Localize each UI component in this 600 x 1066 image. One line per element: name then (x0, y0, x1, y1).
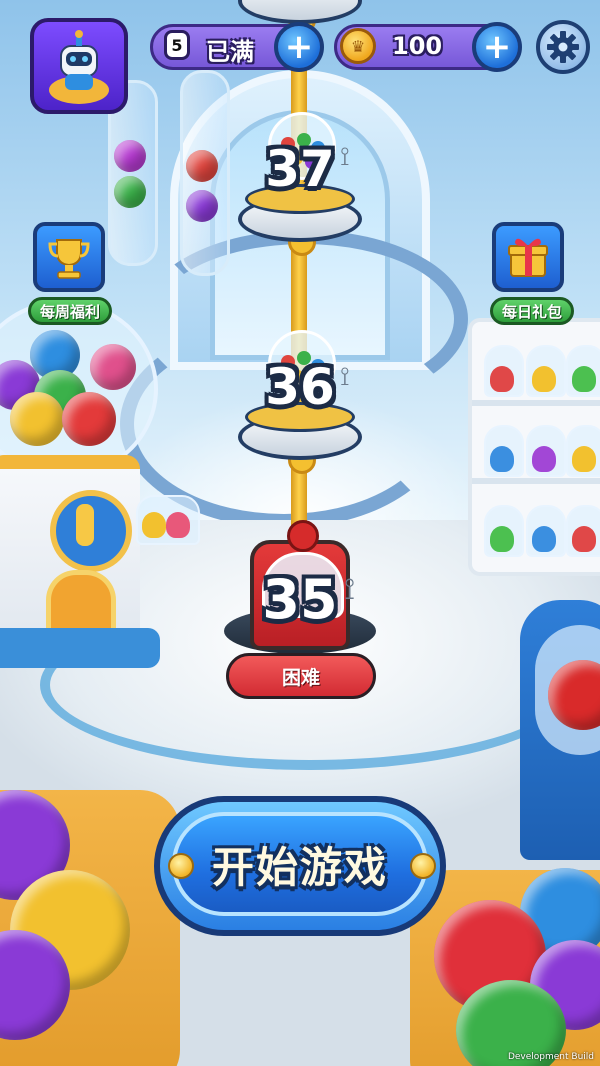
level-path-rope (291, 0, 307, 580)
toy-critter (532, 526, 556, 552)
lives-status: 已满 (206, 38, 254, 66)
toy-critter (572, 446, 596, 472)
current-machine-cap (287, 520, 319, 552)
plus-icon: + (482, 27, 512, 67)
toy-critter (166, 512, 190, 538)
start-button-dot-right (410, 853, 436, 879)
weekly-rewards-label: 每周福利 (28, 297, 112, 325)
level-number: 37 (265, 140, 335, 198)
gumball (186, 150, 218, 182)
gumball (62, 392, 116, 446)
gift-icon (508, 238, 548, 277)
settings-button[interactable] (536, 20, 590, 74)
toy-critter (572, 366, 596, 392)
weekly-rewards-icon-box (33, 222, 105, 292)
start-button-dot-left (168, 853, 194, 879)
toy-critter (490, 526, 514, 552)
shelf-divider (472, 478, 600, 484)
gear-icon (547, 31, 579, 63)
add-lives-button[interactable]: + (274, 22, 324, 72)
plus-icon: + (284, 27, 314, 67)
gumball (114, 140, 146, 172)
lives-count-badge: 5 (164, 30, 190, 60)
build-label: Development Build (507, 1052, 594, 1062)
gumball (186, 190, 218, 222)
toy-critter (490, 446, 514, 472)
coin-count: 100 (392, 32, 443, 60)
daily-gift-icon-box (492, 222, 564, 292)
gumball (10, 392, 64, 446)
gumball-machine-base (0, 628, 160, 668)
coin-icon: ♛ (340, 28, 376, 64)
robot-icon (49, 30, 109, 104)
toy-critter (532, 446, 556, 472)
toy-critter (572, 526, 596, 552)
gumball-machine-knob-handle (76, 504, 94, 546)
start-button-label: 开始游戏 (211, 842, 388, 892)
trophy-icon (48, 239, 90, 279)
level-number: 36 (265, 358, 335, 416)
gumball (90, 344, 136, 390)
level-number: 35 (262, 568, 338, 631)
toy-critter (490, 366, 514, 392)
add-coins-button[interactable]: + (472, 22, 522, 72)
toy-critter (142, 512, 166, 538)
difficulty-badge: 困难 (226, 653, 376, 699)
daily-gift-label: 每日礼包 (490, 297, 574, 325)
start-button-face: 开始游戏 (172, 812, 428, 916)
gumball (114, 176, 146, 208)
toy-critter (532, 366, 556, 392)
player-avatar[interactable] (30, 18, 128, 114)
shelf-divider (472, 400, 600, 406)
